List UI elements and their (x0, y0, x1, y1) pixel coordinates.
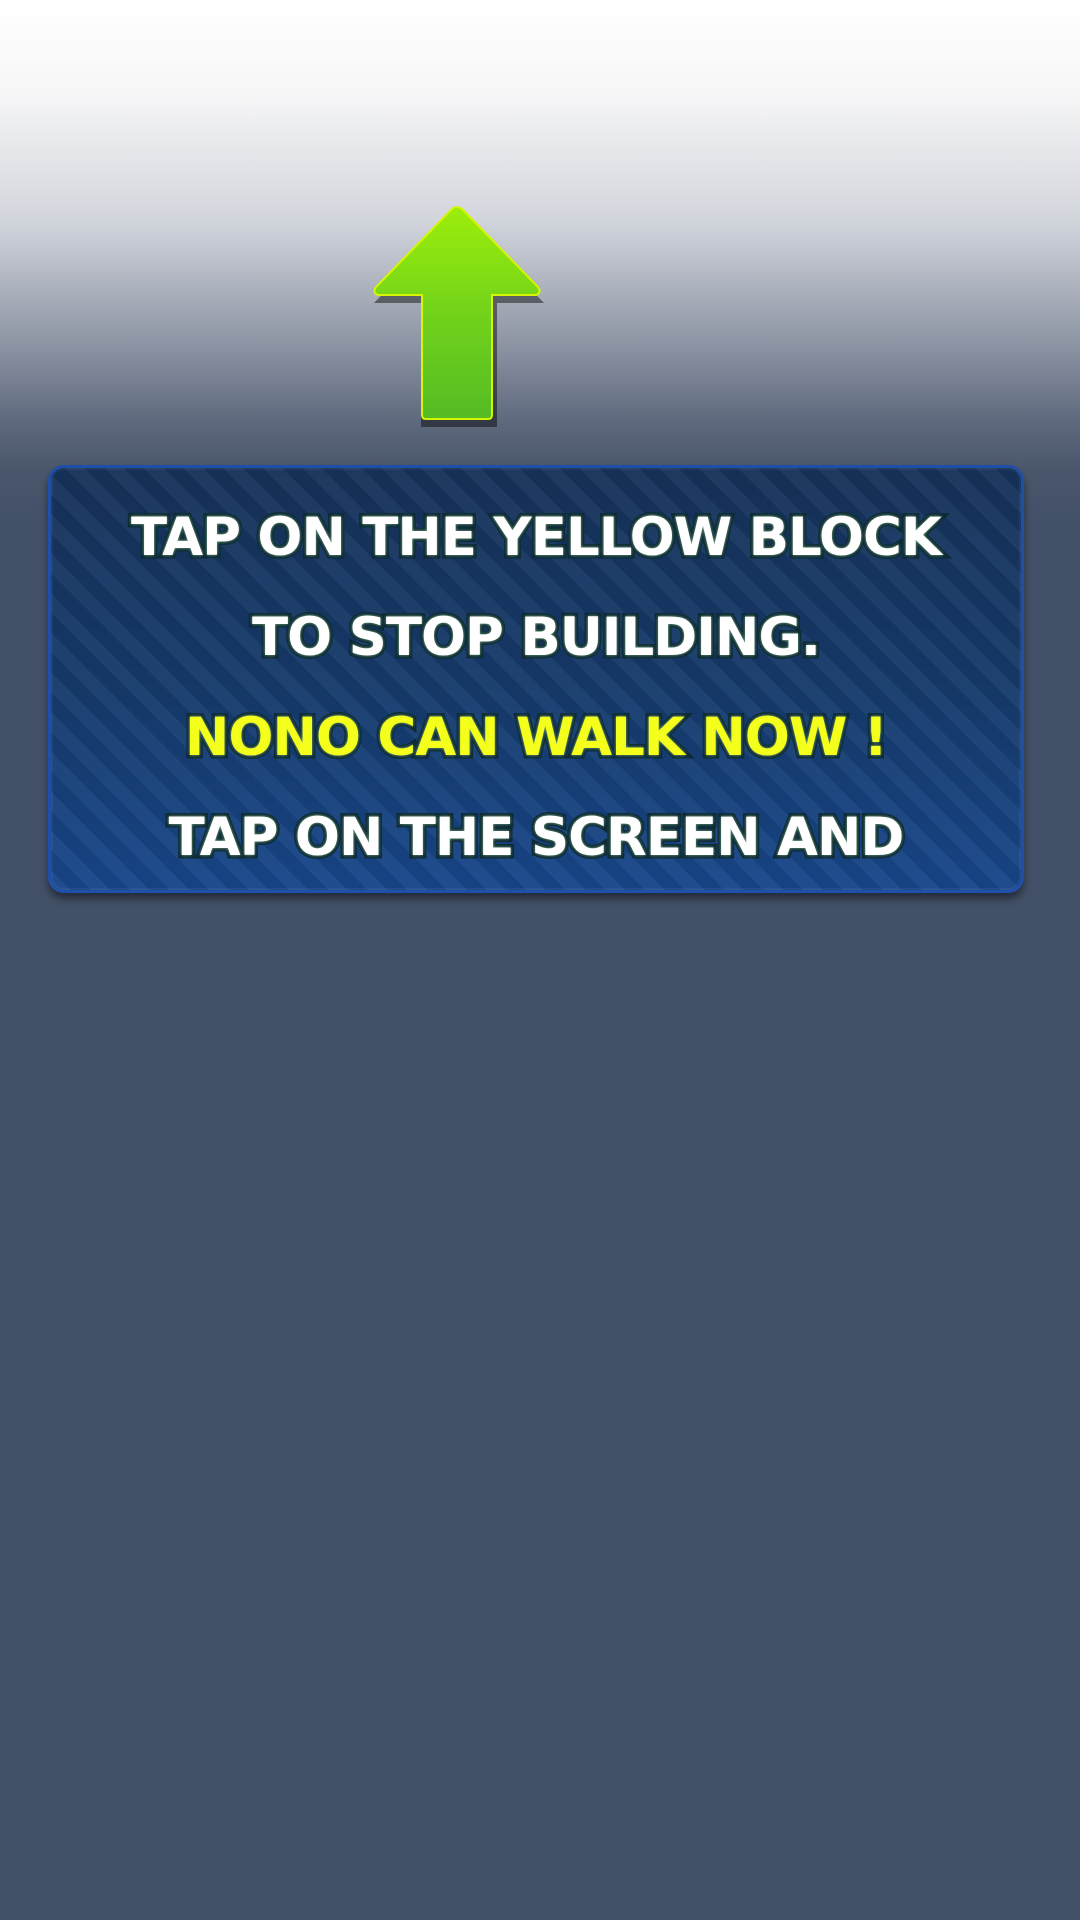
tutorial-line-2: TO STOP BUILDING. (249, 604, 825, 671)
tutorial-screen[interactable]: { "tutorial": { "pointer_icon": "up-arro… (0, 0, 1080, 1920)
tutorial-message-panel: TAP ON THE YELLOW BLOCK TO STOP BUILDING… (48, 465, 1024, 893)
up-arrow-icon (373, 205, 544, 427)
tutorial-line-1: TAP ON THE YELLOW BLOCK (128, 504, 946, 571)
tutorial-line-4: TAP ON THE SCREEN AND (165, 804, 908, 871)
tutorial-highlight-line: NONO CAN WALK NOW ! (182, 704, 892, 771)
